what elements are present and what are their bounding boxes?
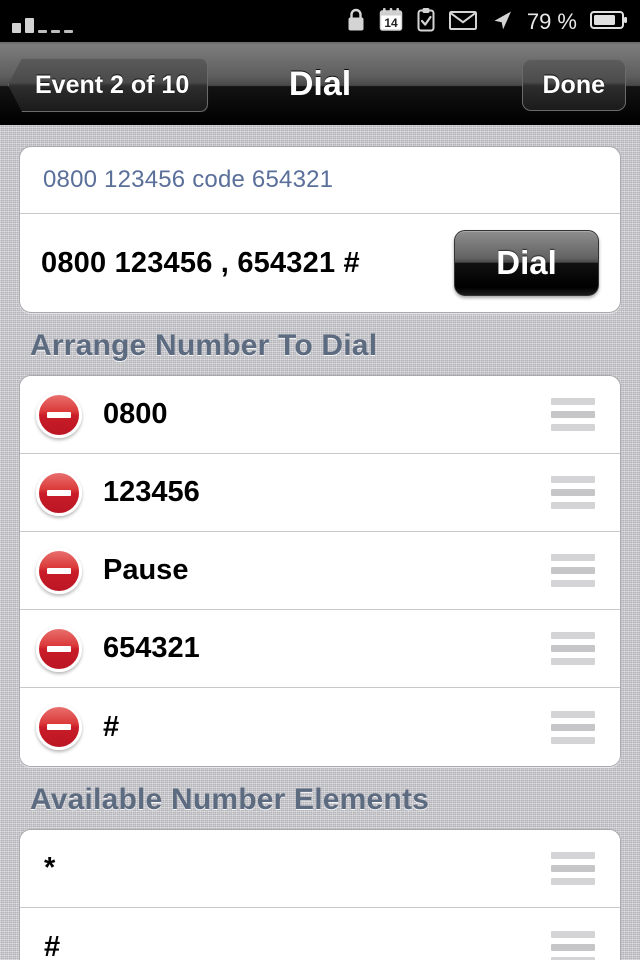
table-row[interactable]: * (20, 830, 620, 908)
delete-icon[interactable] (36, 391, 82, 438)
handle-bar (551, 878, 595, 885)
delete-icon[interactable] (36, 547, 82, 594)
reorder-handle-icon[interactable] (551, 554, 595, 587)
battery-percent-label: 79 % (526, 9, 577, 34)
handle-bar (551, 580, 595, 587)
signal-strength-indicator (12, 11, 73, 33)
handle-bar (551, 632, 595, 639)
phone-screen: 14 79 % Event 2 of 10 Dial Done 0800 123… (0, 0, 640, 960)
delete-icon[interactable] (36, 469, 82, 516)
battery-icon (590, 9, 628, 36)
handle-bar (551, 956, 595, 960)
dial-button[interactable]: Dial (454, 230, 599, 296)
minus-glyph (47, 489, 71, 496)
delete-icon[interactable] (36, 625, 82, 672)
number-preview-text: 0800 123456 code 654321 (43, 166, 334, 193)
available-elements-list: * # (19, 829, 621, 960)
back-button[interactable]: Event 2 of 10 (8, 58, 209, 112)
handle-bar (551, 658, 595, 665)
reorder-handle-icon[interactable] (551, 852, 595, 885)
signal-bar-2 (25, 18, 34, 33)
minus-glyph (47, 567, 71, 574)
svg-text:14: 14 (384, 16, 398, 30)
clipboard-icon (416, 7, 436, 38)
reorder-handle-icon[interactable] (551, 632, 595, 665)
arrange-number-list: 0800 123456 Pause 654321 # (19, 375, 621, 767)
handle-bar (551, 411, 595, 418)
reorder-handle-icon[interactable] (551, 930, 595, 960)
row-label: # (44, 930, 61, 960)
dial-button-label: Dial (496, 244, 557, 281)
minus-glyph (47, 645, 71, 652)
minus-glyph (47, 724, 71, 730)
table-row[interactable]: 123456 (20, 454, 620, 532)
delete-icon[interactable] (36, 704, 82, 750)
signal-bar-4 (51, 30, 60, 33)
handle-bar (551, 398, 595, 405)
table-row[interactable]: # (20, 908, 620, 960)
handle-bar (551, 567, 595, 574)
handle-bar (551, 852, 595, 859)
handle-bar (551, 943, 595, 951)
table-row[interactable]: 0800 (20, 376, 620, 454)
status-bar-icons: 14 79 % (346, 7, 628, 38)
section-header-available: Available Number Elements (30, 783, 430, 816)
status-bar: 14 79 % (0, 0, 640, 44)
handle-bar (551, 865, 595, 872)
reorder-handle-icon[interactable] (551, 710, 595, 744)
handle-bar (551, 930, 595, 938)
handle-bar (551, 736, 595, 744)
done-button[interactable]: Done (521, 59, 626, 111)
handle-bar (551, 489, 595, 496)
row-label: * (44, 852, 56, 884)
signal-bar-3 (38, 30, 47, 33)
signal-bar-5 (64, 30, 73, 33)
row-label: 0800 (103, 398, 168, 430)
number-preview-row[interactable]: 0800 123456 code 654321 (20, 147, 620, 214)
handle-bar (551, 645, 595, 652)
calendar-icon: 14 (379, 7, 403, 38)
row-label: 123456 (103, 476, 200, 508)
mail-icon (448, 9, 477, 36)
section-header-arrange: Arrange Number To Dial (30, 329, 378, 362)
navigation-bar: Event 2 of 10 Dial Done (0, 44, 640, 125)
composed-number-text: 0800 123456 , 654321 # (41, 246, 360, 279)
handle-bar (551, 502, 595, 509)
handle-bar (551, 723, 595, 731)
handle-bar (551, 554, 595, 561)
minus-glyph (47, 411, 71, 418)
location-arrow-icon (490, 8, 514, 37)
dial-action-row: 0800 123456 , 654321 # Dial (20, 214, 620, 312)
table-row[interactable]: Pause (20, 532, 620, 610)
signal-bar-1 (12, 23, 21, 33)
handle-bar (551, 476, 595, 483)
handle-bar (551, 424, 595, 431)
row-label: 654321 (103, 632, 200, 664)
dial-summary-card: 0800 123456 code 654321 0800 123456 , 65… (19, 146, 621, 313)
content-area: 0800 123456 code 654321 0800 123456 , 65… (0, 146, 640, 960)
row-label: Pause (103, 554, 189, 586)
lock-icon (346, 7, 366, 38)
reorder-handle-icon[interactable] (551, 398, 595, 431)
reorder-handle-icon[interactable] (551, 476, 595, 509)
table-row[interactable]: 654321 (20, 610, 620, 688)
row-label: # (103, 710, 120, 743)
table-row[interactable]: # (20, 688, 620, 766)
handle-bar (551, 710, 595, 718)
